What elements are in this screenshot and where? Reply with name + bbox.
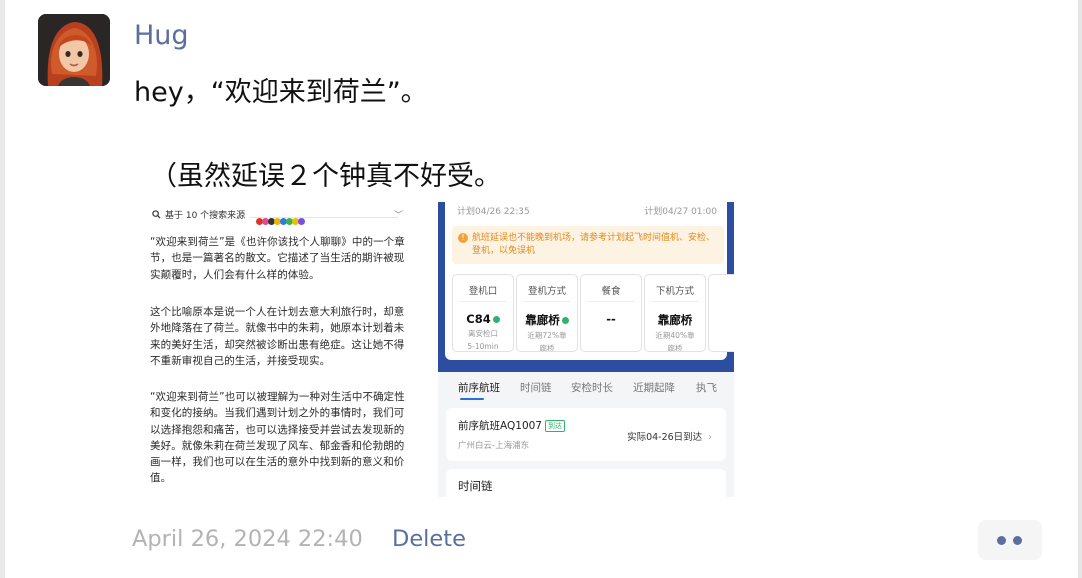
tab-recent-flights[interactable]: 近期起降 <box>633 380 675 395</box>
attached-image-flight-info[interactable]: 计划04/26 22:35 计划04/27 01:00 ! 航班延误也不能晚到机… <box>438 202 734 497</box>
tile-label: 餐食 <box>601 286 621 297</box>
answer-paragraph-1: “欢迎来到荷兰”是《也许你该找个人聊聊》中的一个章节，也是一篇著名的散文。它描述… <box>150 236 405 281</box>
tile-value: 靠廊桥 <box>657 313 693 327</box>
tile-label: 下机方式 <box>655 286 694 297</box>
chevron-right-icon: › <box>708 432 712 443</box>
tile-sub-1: 近期72%靠 <box>527 331 567 340</box>
location-pin-icon <box>492 316 500 323</box>
tile-divider <box>459 301 507 302</box>
tile-partial <box>708 274 734 352</box>
tile-sub-2: 廊桥 <box>667 344 683 352</box>
time-chain-title: 时间链 <box>458 479 493 493</box>
previous-flight-route: 广州白云-上海浦东 <box>458 441 530 451</box>
search-sources-header: 基于 10 个搜索来源 <box>152 208 245 221</box>
tile-sub-1: 近期40%靠 <box>655 331 695 340</box>
tab-time-chain[interactable]: 时间链 <box>520 380 552 395</box>
more-dots-icon <box>997 536 1006 545</box>
tile-sub-2: 5-10min <box>467 342 499 351</box>
warning-icon: ! <box>458 233 468 243</box>
tile-meal: 餐食 -- <box>580 274 642 352</box>
tile-divider <box>587 301 635 302</box>
tile-label: 登机方式 <box>527 286 566 297</box>
chevron-down-icon: ﹀ <box>394 211 404 221</box>
more-options-button[interactable] <box>978 520 1042 560</box>
tab-operating[interactable]: 执飞 <box>696 380 717 395</box>
window-left-edge <box>0 0 5 578</box>
answer-paragraph-2: 这个比喻原本是说一个人在计划去意大利旅行时，却意外地降落在了荷兰。就像书中的朱莉… <box>150 306 405 367</box>
message-author[interactable]: Hug <box>134 20 189 51</box>
tile-sub-1: 离安检口 <box>468 329 498 338</box>
header-divider <box>250 217 398 218</box>
tile-deplaning-method: 下机方式 靠廊桥 近期40%靠 廊桥 <box>644 274 706 352</box>
tile-value: C84 <box>466 312 491 326</box>
arrived-badge: 到达 <box>545 420 565 432</box>
message-text-line-2: （虽然延误２个钟真不好受。 <box>150 161 501 192</box>
tile-value: 靠廊桥 <box>525 313 560 327</box>
previous-flight-status: 实际04-26日到达 <box>627 432 703 443</box>
time-chain-card: 时间链 <box>446 469 726 497</box>
avatar-image <box>38 14 110 86</box>
tile-value: -- <box>606 312 616 326</box>
tile-boarding-method: 登机方式 靠廊桥 近期72%靠 廊桥 <box>516 274 578 352</box>
avatar[interactable] <box>38 14 110 86</box>
previous-flight-title: 前序航班AQ1007 <box>458 420 542 432</box>
message-timestamp: April 26, 2024 22:40 <box>132 526 363 552</box>
previous-flight-card[interactable]: 前序航班AQ1007 到达 广州白云-上海浦东 实际04-26日到达 › <box>446 408 726 461</box>
tile-sub-2: 廊桥 <box>539 344 555 352</box>
delay-warning-banner: ! 航班延误也不能晚到机场，请参考计划起飞时间值机、安检、登机，以免误机 <box>452 226 724 264</box>
tab-security-time[interactable]: 安检时长 <box>571 380 613 395</box>
delay-warning-text: 航班延误也不能晚到机场，请参考计划起飞时间值机、安检、登机，以免误机 <box>472 233 716 256</box>
search-sources-label: 基于 10 个搜索来源 <box>165 211 246 221</box>
tab-previous-flight[interactable]: 前序航班 <box>458 380 500 395</box>
answer-paragraph-3: “欢迎来到荷兰”也可以被理解为一种对生活中不确定性和变化的接纳。当我们遇到计划之… <box>150 391 405 485</box>
clock-icon <box>561 317 569 324</box>
search-icon <box>152 210 161 219</box>
flight-status-card: 计划04/26 22:35 计划04/27 01:00 ! 航班延误也不能晚到机… <box>445 202 734 360</box>
planned-arrival-time: 计划04/27 01:00 <box>644 207 717 217</box>
source-favicons <box>256 210 305 229</box>
flight-detail-tabs: 前序航班 时间链 安检时长 近期起降 执飞 <box>438 372 734 402</box>
planned-departure-time: 计划04/26 22:35 <box>457 207 530 217</box>
active-tab-indicator <box>460 398 484 400</box>
window-right-edge <box>1078 0 1082 578</box>
tile-label: 登机口 <box>468 286 498 297</box>
tile-divider <box>651 301 699 302</box>
more-dots-icon <box>1013 536 1022 545</box>
tile-divider <box>523 301 571 302</box>
delete-button[interactable]: Delete <box>392 526 466 552</box>
message-text-line-1: hey，“欢迎来到荷兰”。 <box>134 77 428 108</box>
attached-image-search-answer[interactable]: 基于 10 个搜索来源 ﹀ “欢迎来到荷兰”是《也许你该找个人聊聊》中的一个章节… <box>138 202 418 497</box>
tile-boarding-gate: 登机口 C84 离安检口 5-10min <box>452 274 514 352</box>
